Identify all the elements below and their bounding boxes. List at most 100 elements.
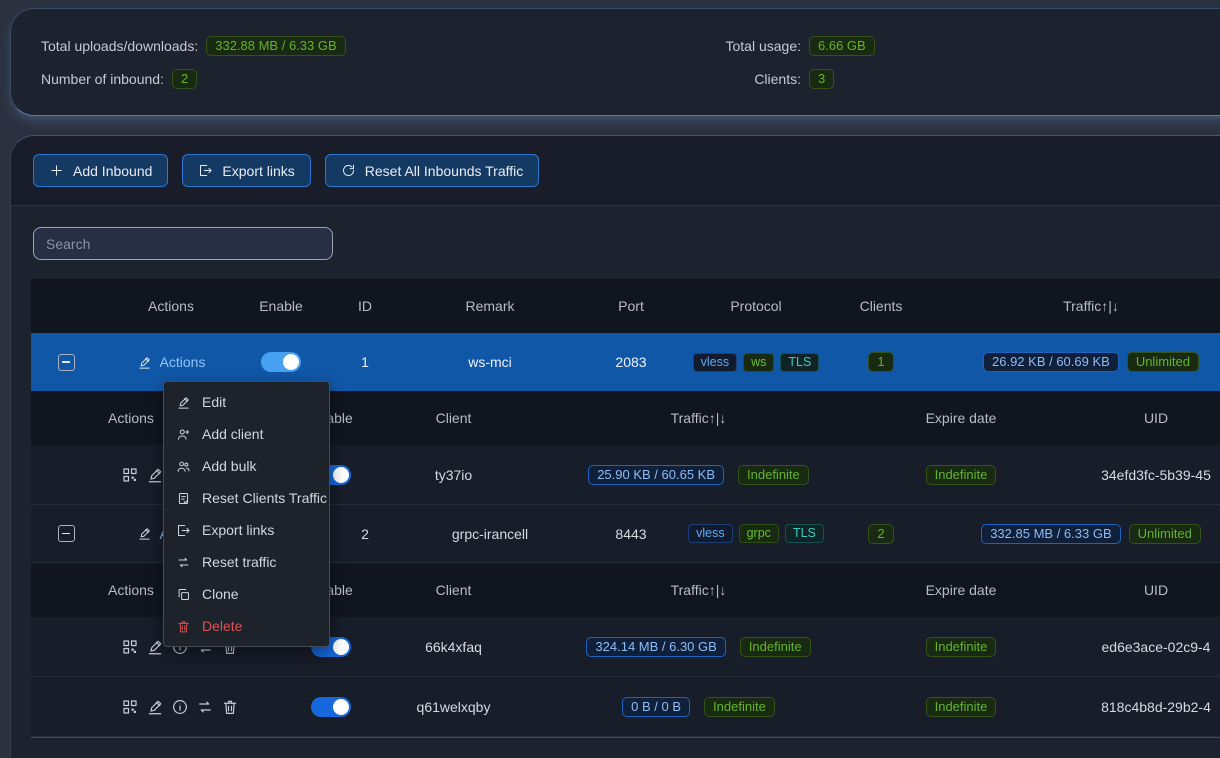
protocol-tags: vless grpc TLS	[691, 524, 821, 543]
traffic-badge: 0 B / 0 B	[622, 697, 690, 717]
menu-item-add-client[interactable]: Add client	[164, 418, 329, 450]
client-uid: 818c4b8d-29b2-4	[1071, 699, 1220, 715]
edit-icon[interactable]	[146, 638, 164, 656]
edit-icon	[137, 526, 152, 541]
menu-item-export-links[interactable]: Export links	[164, 514, 329, 546]
header-expire-date: Expire date	[851, 410, 1071, 426]
stat-label: Total usage:	[671, 38, 801, 54]
header-expire-date: Expire date	[851, 582, 1071, 598]
inbound-id: 2	[321, 526, 409, 542]
reset-traffic-icon	[176, 555, 191, 570]
stat-label: Total uploads/downloads:	[41, 38, 198, 54]
plus-icon	[49, 163, 64, 178]
header-uid: UID	[1071, 582, 1220, 598]
header-enable: Enable	[241, 298, 321, 314]
header-clients: Clients	[821, 298, 941, 314]
menu-item-add-bulk[interactable]: Add bulk	[164, 450, 329, 482]
menu-item-edit[interactable]: Edit	[164, 386, 329, 418]
export-icon	[176, 523, 191, 538]
protocol-tag: vless	[693, 353, 737, 372]
reset-all-inbounds-traffic-button[interactable]: Reset All Inbounds Traffic	[325, 154, 540, 187]
client-actions	[96, 698, 301, 716]
clients-count-badge: 1	[868, 352, 893, 372]
qrcode-icon[interactable]	[121, 466, 139, 484]
header-client: Client	[361, 410, 546, 426]
tls-tag: TLS	[785, 524, 824, 543]
client-name: q61welxqby	[361, 699, 546, 715]
traffic-limit-badge: Indefinite	[704, 697, 775, 717]
expire-badge: Indefinite	[926, 697, 997, 717]
row-actions-dropdown[interactable]: Actions	[160, 354, 206, 370]
edit-icon	[137, 355, 152, 370]
info-icon[interactable]	[171, 698, 189, 716]
header-protocol: Protocol	[691, 298, 821, 314]
export-links-button[interactable]: Export links	[182, 154, 310, 187]
stat-value-badge: 6.66 GB	[809, 36, 875, 56]
stat-clients: Clients: 3	[671, 68, 875, 90]
delete-icon	[176, 619, 191, 634]
inbound-port: 8443	[571, 526, 691, 542]
reset-clients-traffic-icon	[176, 491, 191, 506]
clients-count-badge: 2	[868, 524, 893, 544]
protocol-tags: vless ws TLS	[691, 353, 821, 372]
header-port: Port	[571, 298, 691, 314]
expire-badge: Indefinite	[926, 637, 997, 657]
qrcode-icon[interactable]	[121, 698, 139, 716]
edit-icon[interactable]	[146, 466, 164, 484]
traffic-badge: 25.90 KB / 60.65 KB	[588, 465, 724, 485]
reset-icon[interactable]	[196, 698, 214, 716]
menu-item-delete[interactable]: Delete	[164, 610, 329, 642]
stat-label: Clients:	[671, 71, 801, 87]
client-name: 66k4xfaq	[361, 639, 546, 655]
stat-value-badge: 3	[809, 69, 834, 89]
clone-icon	[176, 587, 191, 602]
table-bottom-divider	[31, 737, 1220, 738]
qrcode-icon[interactable]	[121, 638, 139, 656]
traffic-limit-badge: Indefinite	[738, 465, 809, 485]
header-uid: UID	[1071, 410, 1220, 426]
stat-number-of-inbound: Number of inbound: 2	[41, 68, 346, 90]
inbound-remark: ws-mci	[409, 354, 571, 370]
delete-icon[interactable]	[221, 698, 239, 716]
stat-total-usage: Total usage: 6.66 GB	[671, 35, 875, 57]
collapse-row-button[interactable]	[58, 354, 75, 371]
add-bulk-icon	[176, 459, 191, 474]
traffic-limit-badge: Unlimited	[1129, 524, 1201, 544]
client-row-q61welxqby: q61welxqby 0 B / 0 B Indefinite Indefini…	[31, 677, 1220, 737]
transport-tag: grpc	[739, 524, 779, 543]
export-icon	[198, 163, 213, 178]
traffic-limit-badge: Unlimited	[1127, 352, 1199, 372]
client-uid: ed6e3ace-02c9-4	[1071, 639, 1220, 655]
inbound-id: 1	[321, 354, 409, 370]
stats-card: Total uploads/downloads: 332.88 MB / 6.3…	[10, 8, 1220, 116]
traffic-badge: 332.85 MB / 6.33 GB	[981, 524, 1120, 544]
collapse-row-button[interactable]	[58, 525, 75, 542]
add-inbound-button[interactable]: Add Inbound	[33, 154, 168, 187]
menu-item-reset-traffic[interactable]: Reset traffic	[164, 546, 329, 578]
menu-item-clone[interactable]: Clone	[164, 578, 329, 610]
inbound-remark: grpc-irancell	[409, 526, 571, 542]
stat-total-uploads-downloads: Total uploads/downloads: 332.88 MB / 6.3…	[41, 35, 346, 57]
header-id: ID	[321, 298, 409, 314]
menu-item-reset-clients-traffic[interactable]: Reset Clients Traffic	[164, 482, 329, 514]
stat-value-badge: 2	[172, 69, 197, 89]
edit-icon[interactable]	[146, 698, 164, 716]
traffic-badge: 26.92 KB / 60.69 KB	[983, 352, 1119, 372]
toolbar: Add Inbound Export links Reset All Inbou…	[11, 136, 1220, 206]
header-traffic-sort[interactable]: Traffic↑|↓	[546, 582, 851, 598]
add-client-icon	[176, 427, 191, 442]
transport-tag: ws	[743, 353, 774, 372]
inbounds-table-header: Actions Enable ID Remark Port Protocol C…	[31, 279, 1220, 333]
refresh-icon	[341, 163, 356, 178]
search-input[interactable]	[33, 227, 333, 260]
client-uid: 34efd3fc-5b39-45	[1071, 467, 1220, 483]
traffic-badge: 324.14 MB / 6.30 GB	[586, 637, 725, 657]
edit-icon	[176, 395, 191, 410]
protocol-tag: vless	[688, 524, 732, 543]
header-traffic-sort[interactable]: Traffic↑|↓	[941, 298, 1220, 314]
expire-badge: Indefinite	[926, 465, 997, 485]
enable-toggle[interactable]	[261, 352, 301, 372]
inbound-port: 2083	[571, 354, 691, 370]
header-traffic-sort[interactable]: Traffic↑|↓	[546, 410, 851, 426]
enable-toggle[interactable]	[311, 697, 351, 717]
